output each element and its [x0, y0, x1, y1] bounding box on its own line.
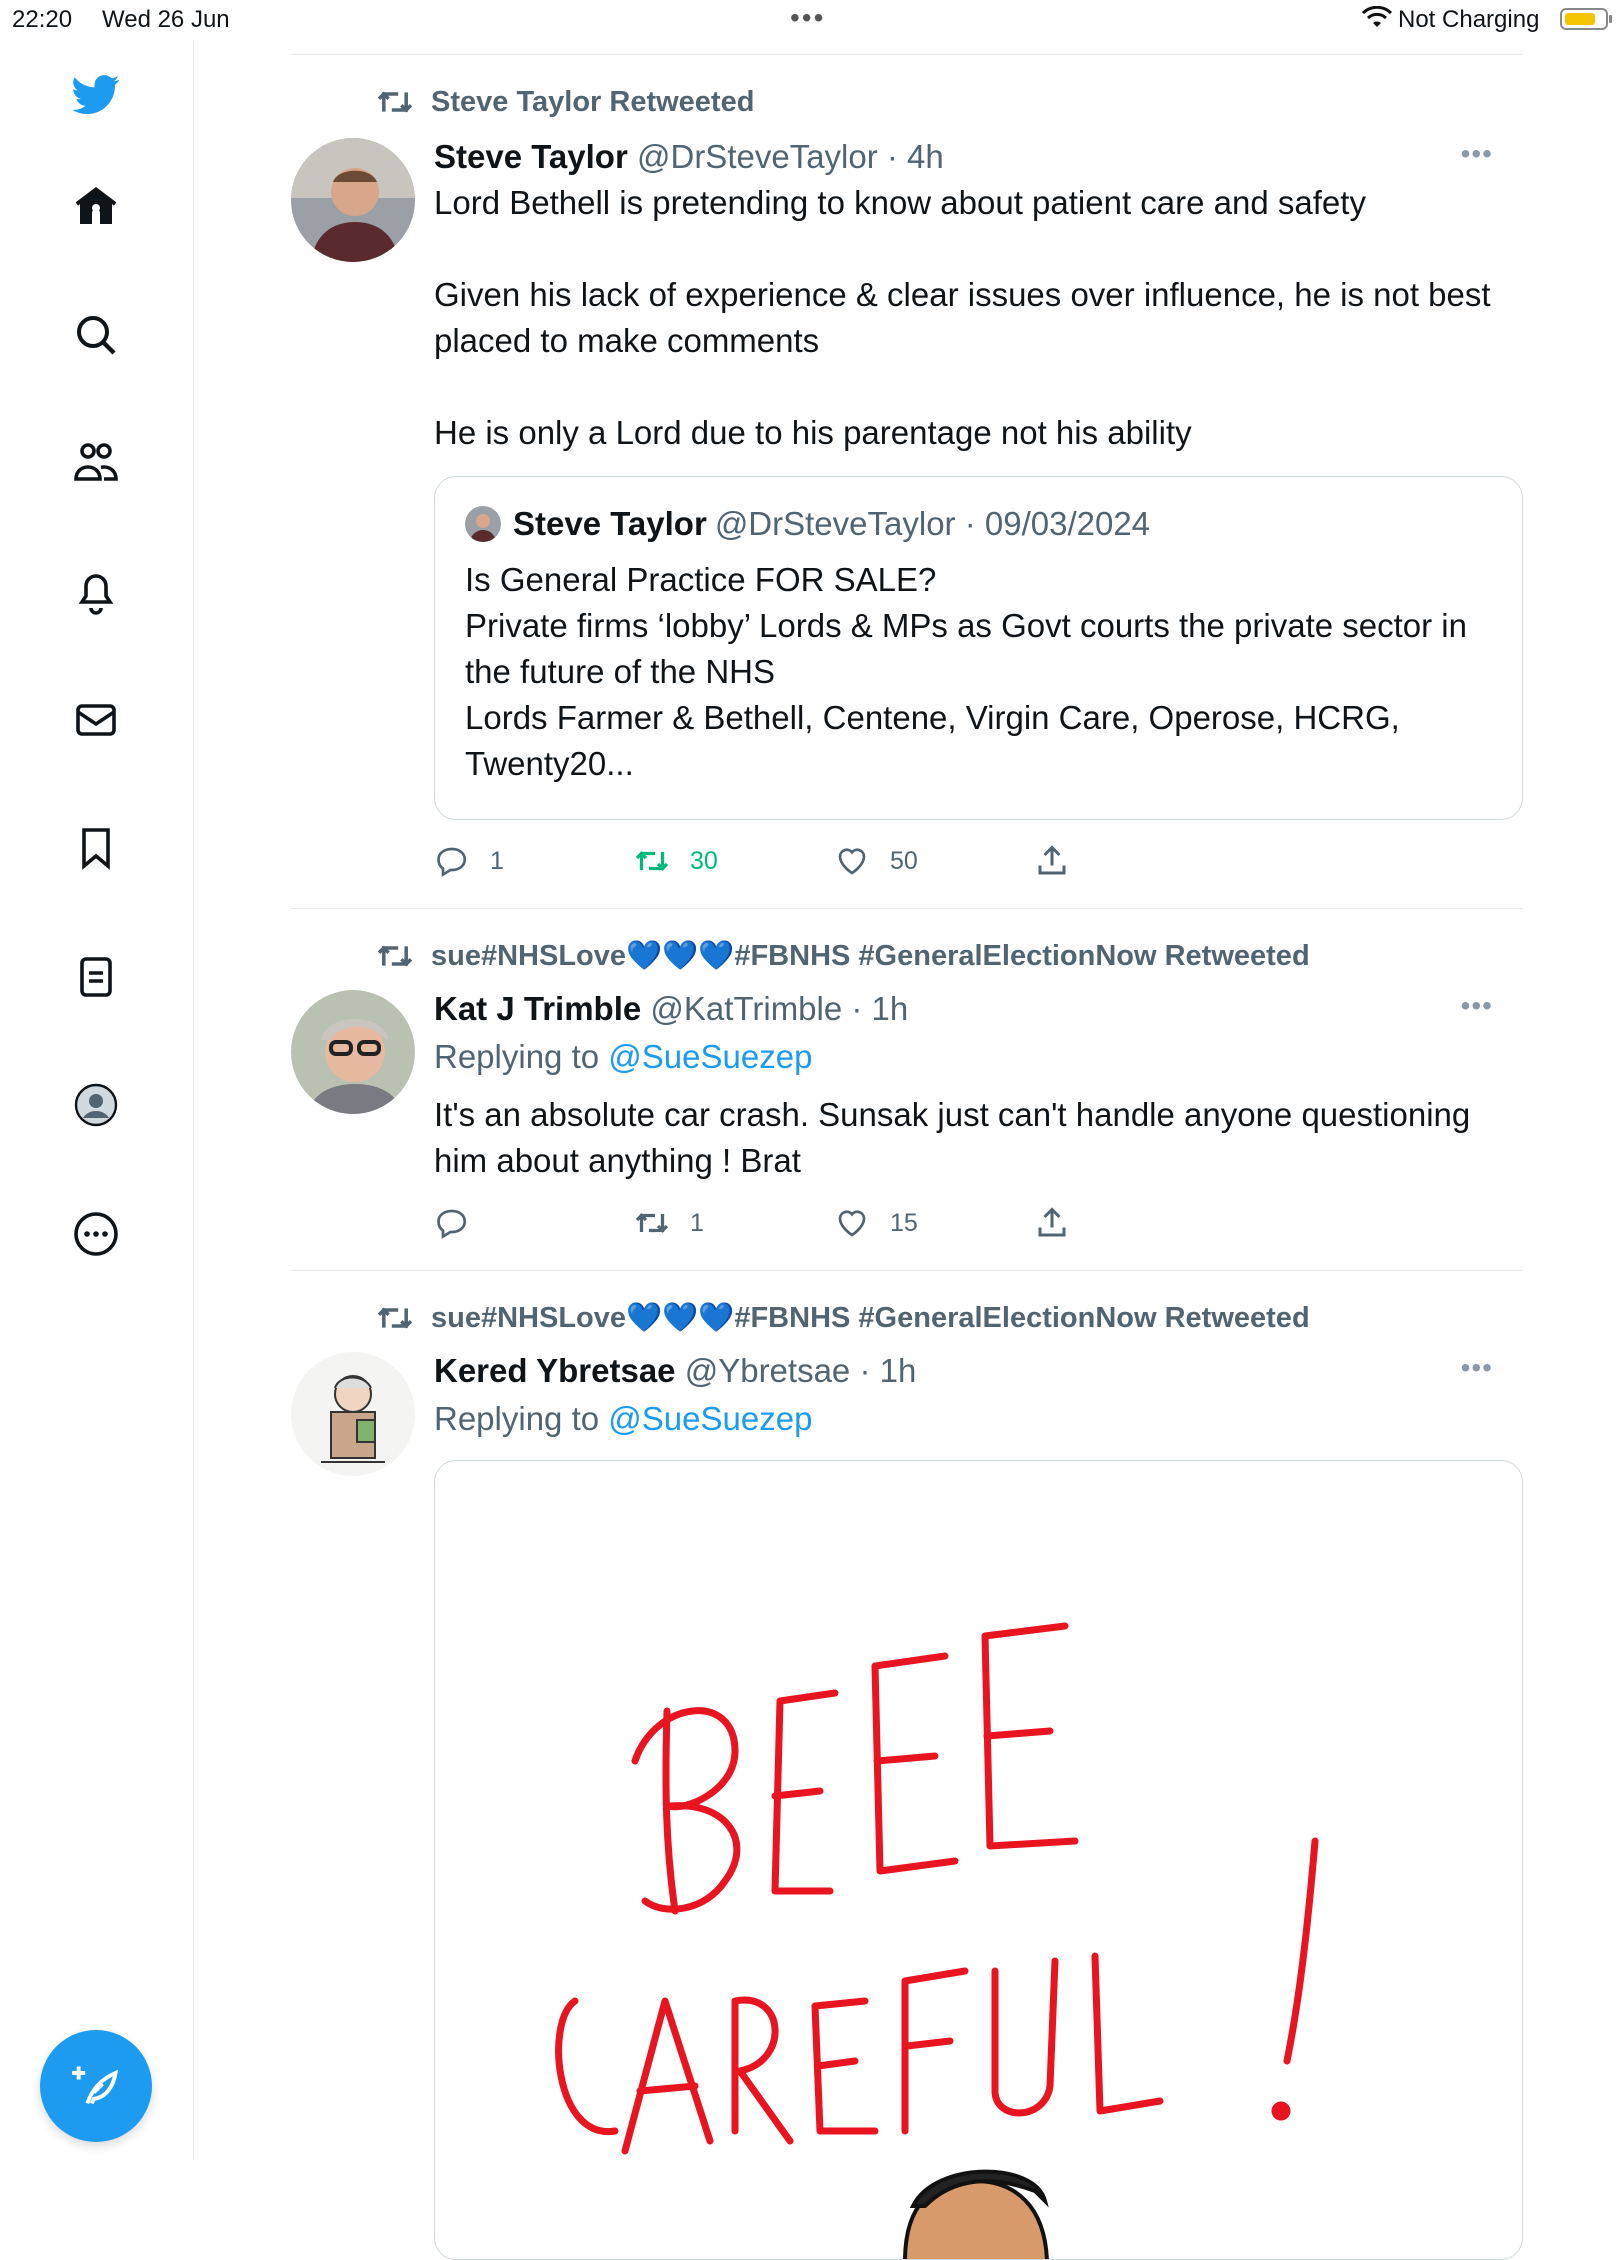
multitasking-dots-icon[interactable]: •••	[790, 2, 825, 34]
tweet-meta[interactable]: @KatTrimble · 1h	[650, 990, 908, 1027]
retweeted-by: Steve Taylor Retweeted	[375, 84, 754, 120]
more-options-icon[interactable]: •••	[1461, 1352, 1493, 1384]
reply-icon	[437, 1209, 467, 1239]
battery-icon	[1560, 8, 1612, 30]
more-options-icon[interactable]: •••	[1461, 990, 1493, 1022]
avatar[interactable]	[291, 138, 415, 262]
like-count: 15	[890, 1208, 918, 1237]
display-name[interactable]: Kat J Trimble	[434, 990, 641, 1027]
tweet[interactable]: sue#NHSLove💙💙💙#FBNHS #GeneralElectionNow…	[291, 1270, 1523, 2260]
replying-to-handle[interactable]: @SueSuezep	[608, 1400, 812, 1437]
share-button[interactable]	[1034, 843, 1090, 879]
tweet-header: Kered Ybretsae @Ybretsae · 1h	[434, 1352, 916, 1390]
compose-tweet-button[interactable]	[40, 2030, 152, 2142]
quoted-tweet[interactable]: Steve Taylor @DrSteveTaylor · 09/03/2024…	[434, 476, 1523, 820]
replying-to: Replying to @SueSuezep	[434, 1038, 812, 1076]
quoted-tweet-header: Steve Taylor @DrSteveTaylor · 09/03/2024	[465, 505, 1150, 543]
retweeted-by: sue#NHSLove💙💙💙#FBNHS #GeneralElectionNow…	[375, 1300, 1310, 1336]
retweet-icon	[635, 851, 669, 871]
tweet-actions: 1 15	[434, 1205, 1234, 1245]
replying-to-handle[interactable]: @SueSuezep	[608, 1038, 812, 1075]
replying-to: Replying to @SueSuezep	[434, 1400, 812, 1438]
tweet-text: It's an absolute car crash. Sunsak just …	[434, 1096, 1480, 1179]
notifications-icon[interactable]	[66, 562, 126, 622]
retweeted-by-text: sue#NHSLove💙💙💙#FBNHS #GeneralElectionNow…	[431, 940, 1310, 972]
share-button[interactable]	[1034, 1205, 1090, 1241]
retweeted-by-text: Steve Taylor Retweeted	[431, 85, 755, 118]
lists-icon[interactable]	[66, 947, 126, 1007]
charging-status: Not Charging	[1398, 6, 1540, 33]
retweet-count: 1	[690, 1208, 704, 1237]
tweet[interactable]: Steve Taylor Retweeted Steve Taylor @DrS…	[291, 54, 1523, 908]
home-icon[interactable]	[66, 176, 126, 236]
twitter-logo-icon[interactable]	[66, 64, 126, 124]
retweet-button[interactable]: 30	[634, 843, 718, 879]
retweet-icon	[377, 91, 413, 113]
avatar[interactable]	[291, 1352, 415, 1476]
status-date: Wed 26 Jun	[102, 6, 230, 33]
share-icon	[1038, 845, 1066, 875]
heart-icon	[838, 1210, 866, 1237]
replying-to-label: Replying to	[434, 1038, 600, 1075]
tweet-header: Steve Taylor @DrSteveTaylor · 4h	[434, 138, 944, 176]
search-icon[interactable]	[66, 305, 126, 365]
retweet-count: 30	[690, 846, 718, 875]
retweet-button[interactable]: 1	[634, 1205, 704, 1241]
quoted-avatar	[465, 506, 501, 542]
like-button[interactable]: 15	[834, 1205, 918, 1241]
more-options-icon[interactable]: •••	[1461, 138, 1493, 170]
like-count: 50	[890, 846, 918, 875]
status-bar: 22:20 Wed 26 Jun ••• Not Charging	[0, 0, 1620, 40]
tweet-meta[interactable]: @Ybretsae · 1h	[685, 1352, 917, 1389]
quoted-meta: @DrSteveTaylor · 09/03/2024	[714, 505, 1151, 542]
reply-button[interactable]: 1	[434, 843, 504, 879]
avatar[interactable]	[291, 990, 415, 1114]
tweet-header: Kat J Trimble @KatTrimble · 1h	[434, 990, 908, 1028]
tweet-actions: 1 30 50	[434, 843, 1234, 883]
retweet-icon	[377, 1307, 413, 1329]
tweet[interactable]: sue#NHSLove💙💙💙#FBNHS #GeneralElectionNow…	[291, 908, 1523, 1270]
profile-icon[interactable]	[66, 1075, 126, 1135]
share-icon	[1038, 1207, 1066, 1237]
display-name[interactable]: Kered Ybretsae	[434, 1352, 676, 1389]
reply-icon	[437, 847, 467, 877]
more-icon[interactable]	[66, 1204, 126, 1264]
handwritten-cartoon	[555, 1622, 1319, 2259]
tweet-media-image[interactable]	[434, 1460, 1523, 2260]
messages-icon[interactable]	[66, 690, 126, 750]
reply-count: 1	[490, 846, 504, 875]
retweeted-by: sue#NHSLove💙💙💙#FBNHS #GeneralElectionNow…	[375, 938, 1310, 974]
cartoon-figure	[903, 2169, 1049, 2259]
like-button[interactable]: 50	[834, 843, 918, 879]
communities-icon[interactable]	[66, 433, 126, 493]
heart-icon	[838, 848, 866, 875]
display-name[interactable]: Steve Taylor	[434, 138, 628, 175]
retweeted-by-text: sue#NHSLove💙💙💙#FBNHS #GeneralElectionNow…	[431, 1302, 1310, 1334]
wifi-icon	[1362, 6, 1392, 27]
quoted-display-name: Steve Taylor	[513, 505, 707, 542]
sidebar-nav	[0, 40, 194, 2160]
quoted-tweet-text: Is General Practice FOR SALE? Private fi…	[465, 561, 1467, 782]
tweet-meta[interactable]: @DrSteveTaylor · 4h	[637, 138, 944, 175]
bookmarks-icon[interactable]	[66, 818, 126, 878]
replying-to-label: Replying to	[434, 1400, 600, 1437]
reply-button[interactable]	[434, 1205, 490, 1241]
status-time: 22:20	[12, 6, 73, 33]
compose-tweet-icon	[72, 2066, 119, 2105]
retweet-icon	[377, 945, 413, 967]
retweet-icon	[635, 1213, 669, 1233]
tweet-text: Lord Bethell is pretending to know about…	[434, 184, 1491, 451]
